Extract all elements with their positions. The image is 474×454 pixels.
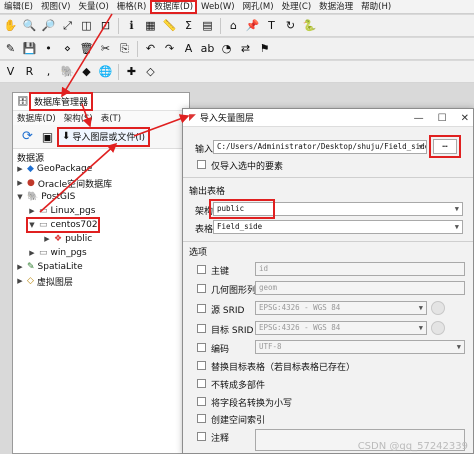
arrow-menu-to-dbmanager <box>61 13 113 98</box>
arrow-import-to-dialog <box>133 114 190 137</box>
arrow-dbmanager-to-import <box>81 103 92 128</box>
annotation-arrows <box>39 13 190 213</box>
arrow-centos-to-import <box>39 142 118 213</box>
watermark: CSDN @qq_57242339 <box>357 441 468 452</box>
